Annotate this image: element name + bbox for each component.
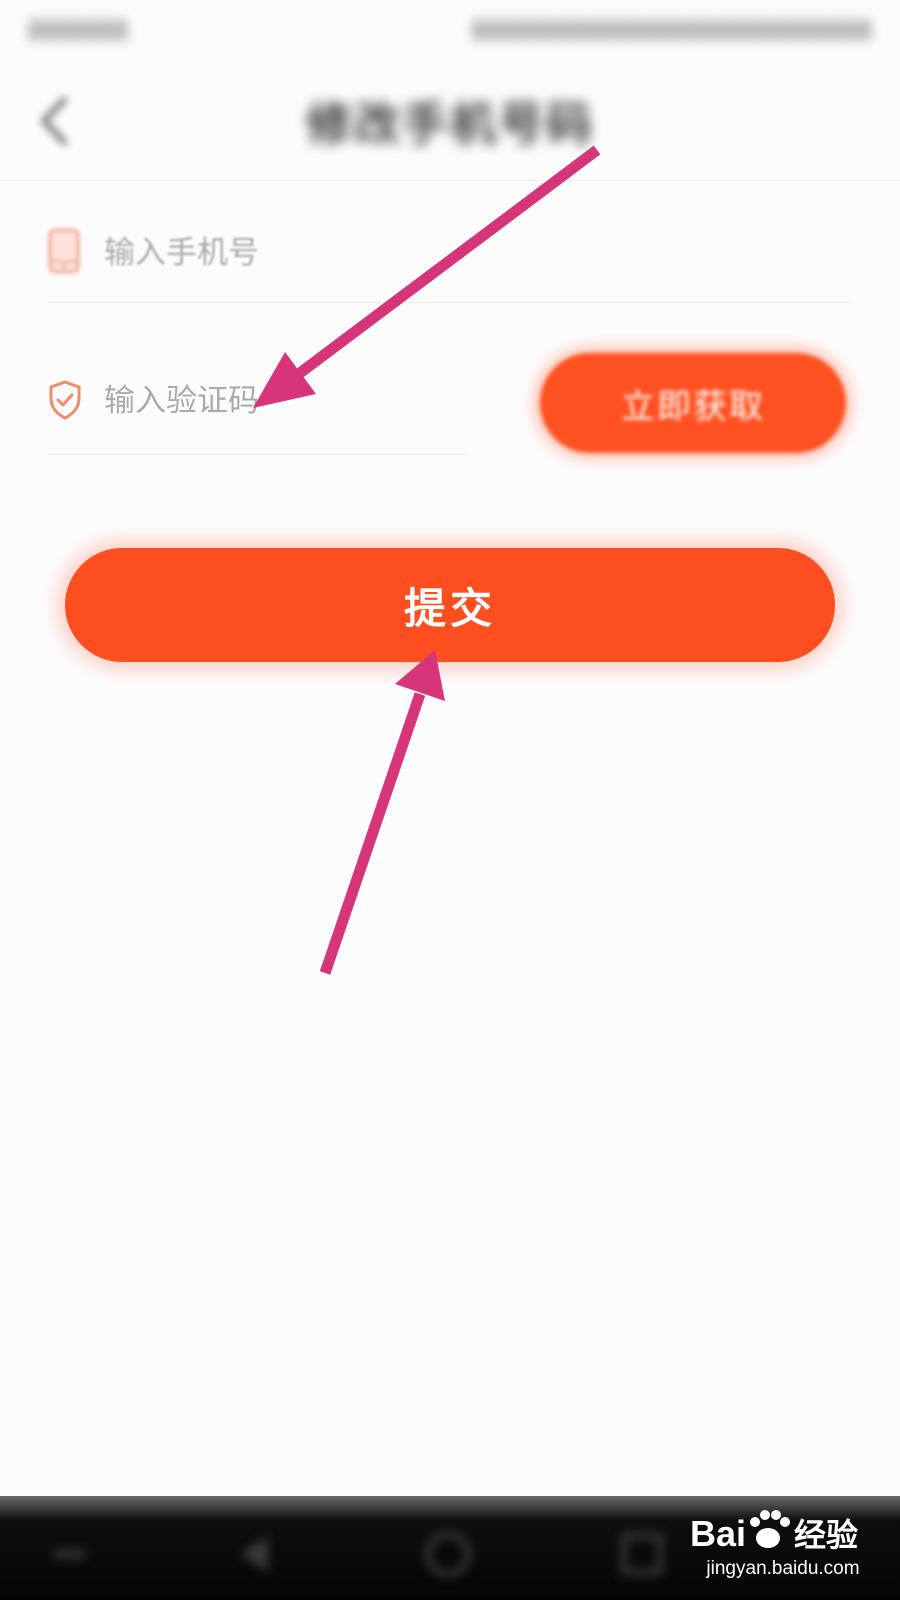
phone-icon bbox=[48, 228, 80, 274]
recents-nav-icon[interactable] bbox=[612, 1524, 672, 1584]
arrow-to-submit-button bbox=[319, 650, 445, 975]
watermark: Bai 经验 jingyan.baidu.com bbox=[688, 1500, 878, 1590]
phone-change-screen: ▮▮▮▮▮▮▮ ▮▮▮▮▮▮▮▮▮▮▮▮▮▮▮▮▮▮▮▮▮▮▮▮▮▮▮▮ 修改手… bbox=[0, 0, 900, 1600]
get-code-button[interactable]: 立即获取 bbox=[540, 353, 846, 453]
phone-field-row bbox=[48, 200, 852, 303]
code-field-row bbox=[48, 352, 468, 455]
status-carrier: ▮▮▮▮▮▮▮ bbox=[28, 14, 129, 44]
watermark-logo: Bai 经验 bbox=[690, 1510, 858, 1554]
submit-button[interactable]: 提交 bbox=[65, 548, 835, 662]
status-bar: ▮▮▮▮▮▮▮ ▮▮▮▮▮▮▮▮▮▮▮▮▮▮▮▮▮▮▮▮▮▮▮▮▮▮▮▮ bbox=[0, 0, 900, 62]
verification-code-input[interactable] bbox=[104, 376, 464, 426]
page-title: 修改手机号码 bbox=[306, 97, 594, 151]
paw-icon bbox=[750, 1510, 790, 1548]
back-nav-icon[interactable] bbox=[224, 1524, 284, 1584]
watermark-url: jingyan.baidu.com bbox=[706, 1558, 860, 1579]
status-icons: ▮▮▮▮▮▮▮▮▮▮▮▮▮▮▮▮▮▮▮▮▮▮▮▮▮▮▮▮ bbox=[471, 14, 872, 44]
shield-check-icon bbox=[48, 380, 82, 420]
menu-icon[interactable] bbox=[40, 1524, 100, 1584]
home-nav-icon[interactable] bbox=[418, 1524, 478, 1584]
phone-input[interactable] bbox=[104, 228, 804, 278]
svg-text:经验: 经验 bbox=[794, 1516, 858, 1554]
header: 修改手机号码 bbox=[0, 62, 900, 181]
svg-text:Bai: Bai bbox=[690, 1513, 746, 1554]
